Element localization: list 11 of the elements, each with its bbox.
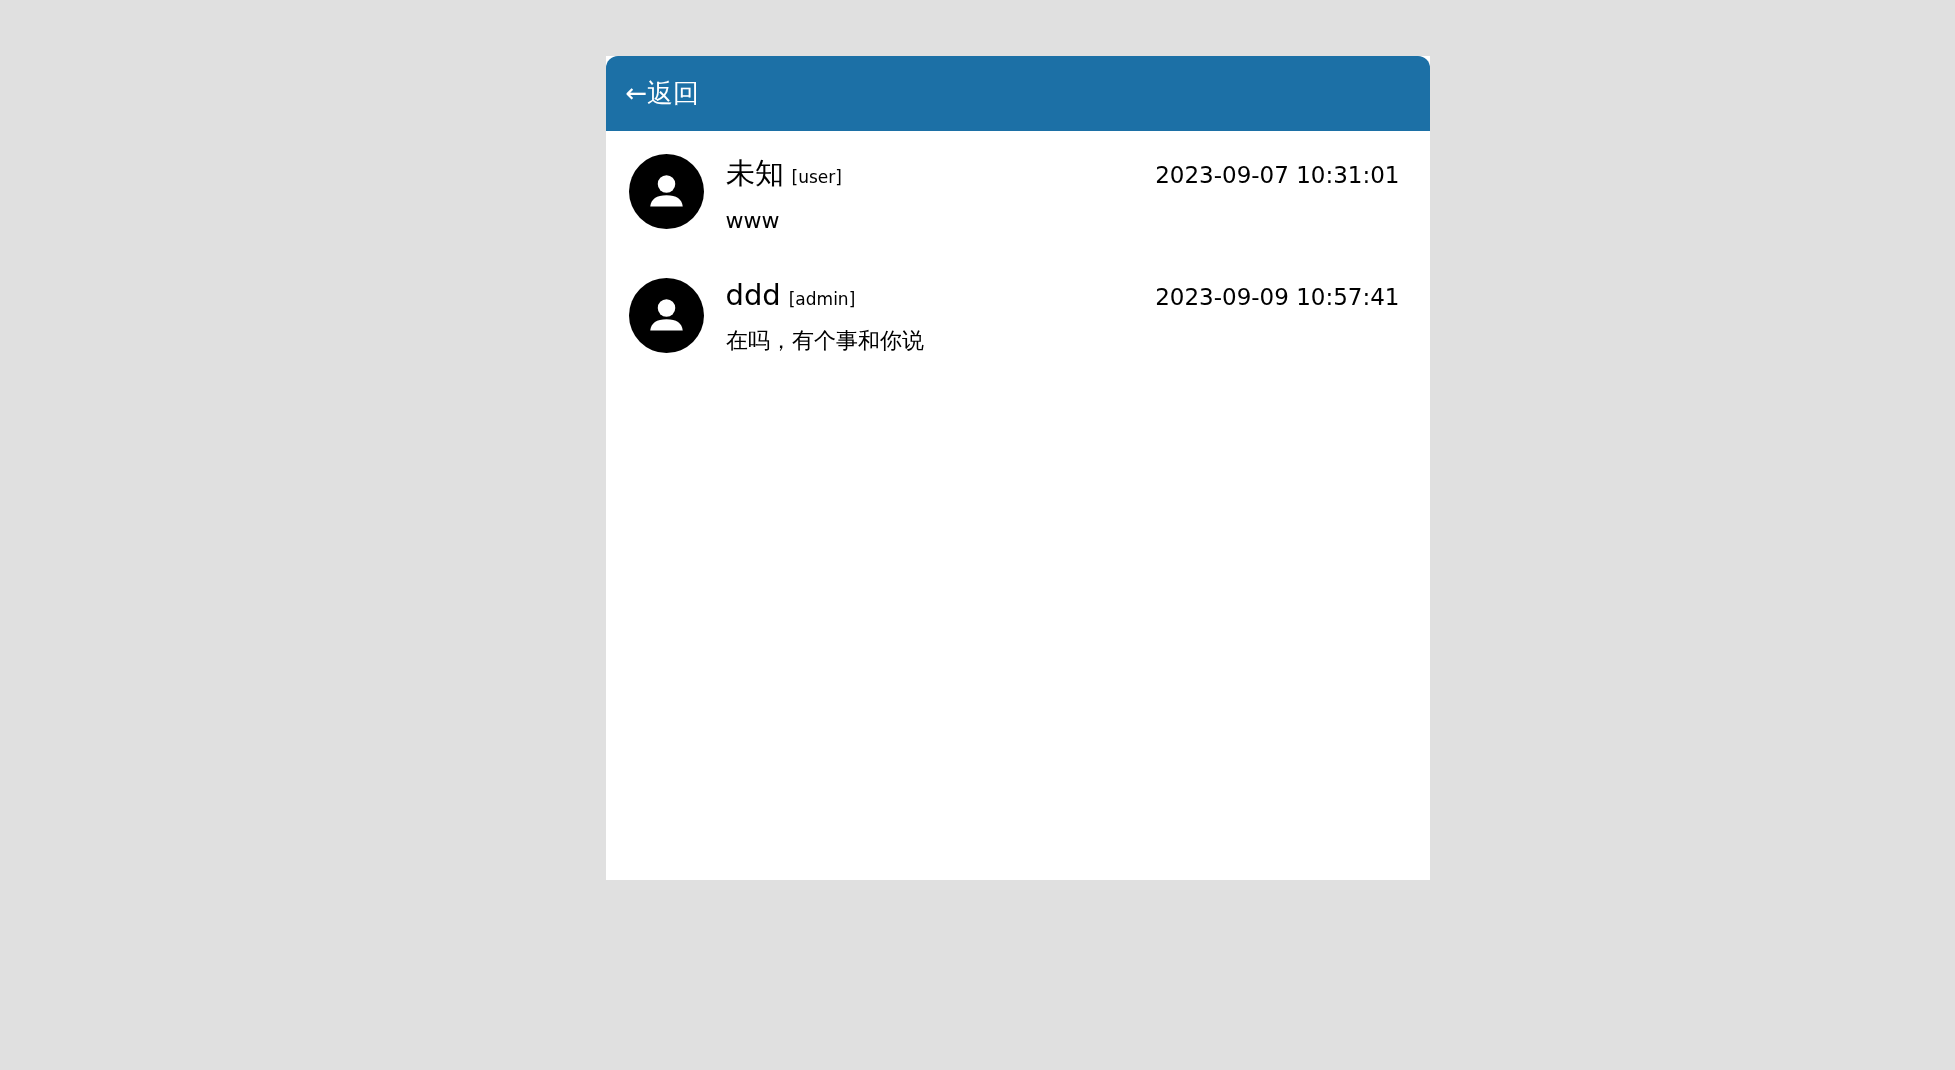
message-text: 在吗，有个事和你说 xyxy=(725,327,925,355)
sender-name: ddd xyxy=(725,278,781,312)
message-time: 2023-09-09 10:57:41 xyxy=(1155,284,1400,310)
sender-role: [user] xyxy=(791,167,842,187)
sender-name: 未知 xyxy=(725,155,784,192)
message-text: www xyxy=(725,208,781,233)
avatar-icon xyxy=(628,278,704,353)
sender-role: [admin] xyxy=(788,289,856,309)
message-time: 2023-09-07 10:31:01 xyxy=(1155,162,1400,188)
avatar-icon xyxy=(628,154,704,229)
back-button[interactable]: ←返回 xyxy=(625,76,700,111)
